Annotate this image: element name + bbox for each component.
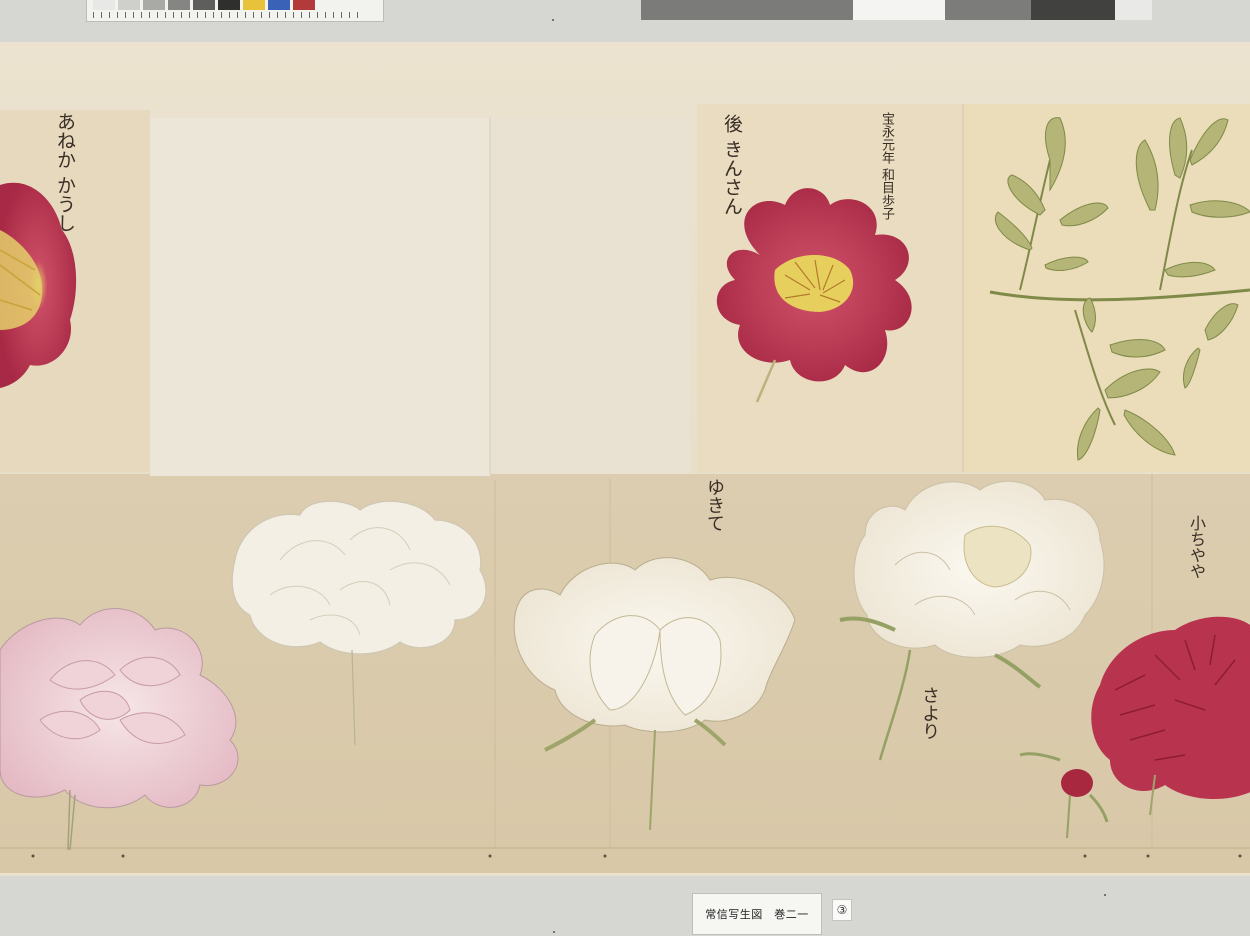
catalog-label: 常信写生図 巻二一	[692, 893, 822, 935]
calligraphy-label-4: ゆきて	[704, 478, 725, 532]
calligraphy-label-5: 小ちやや	[1187, 515, 1206, 579]
scroll-photograph: あねか かうし 後 きんさん 宝永元年 和目歩子 ゆきて 小ちやや さより 常信…	[0, 0, 1250, 936]
plate-number: ③	[836, 903, 848, 917]
pink-peony	[0, 608, 239, 851]
white-outline-peony	[231, 500, 487, 746]
plate-number-badge: ③	[832, 899, 852, 921]
calligraphy-label-2: 後 きんさん	[721, 114, 743, 216]
white-peony	[513, 557, 796, 831]
scroll-artwork	[0, 19, 1250, 933]
catalog-label-text: 常信写生図 巻二一	[705, 908, 809, 921]
crimson-spiky-peony	[1019, 616, 1250, 839]
white-peony-right	[839, 480, 1105, 761]
calligraphy-label-3: 宝永元年 和目歩子	[879, 112, 894, 221]
calligraphy-label-6: さより	[919, 686, 940, 740]
calligraphy-label-1: あねか かうし	[54, 112, 76, 233]
